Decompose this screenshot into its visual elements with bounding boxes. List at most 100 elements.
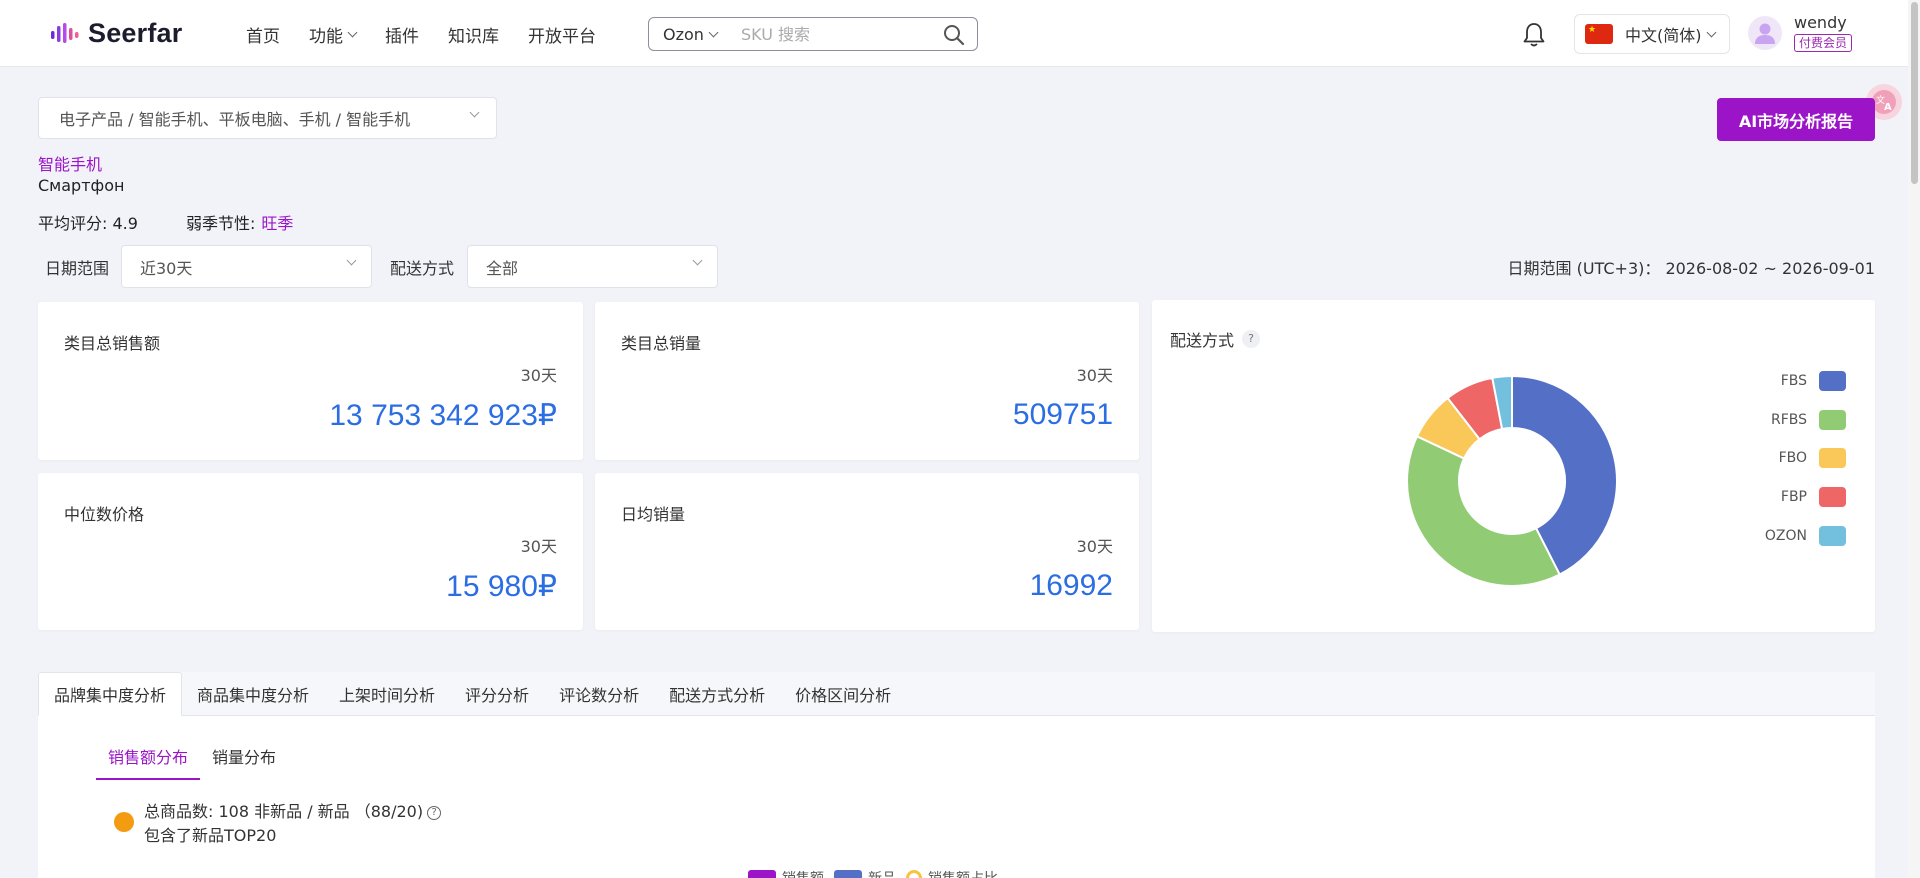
analysis-tab[interactable]: 商品集中度分析 [182, 672, 324, 716]
chart-legend-item[interactable]: 销售额 [748, 868, 824, 878]
analysis-tab[interactable]: 评分分析 [450, 672, 544, 716]
legend-item-fbs[interactable]: FBS [1765, 362, 1846, 401]
nav-features[interactable]: 功能 [309, 22, 358, 47]
distribution-chart-legend: 销售额 新品 销售额占比 [748, 868, 1008, 878]
ai-report-button[interactable]: AI市场分析报告 [1717, 98, 1875, 141]
delivery-method-card: 配送方式 ? FBS RFBS FBO FBP OZON [1152, 300, 1875, 632]
date-range-select[interactable]: 近30天 [121, 245, 372, 288]
logo-icon [51, 22, 79, 43]
summary-line-2: 包含了新品TOP20 [144, 826, 277, 845]
vip-badge: 付费会员 [1794, 34, 1853, 52]
analysis-tab[interactable]: 品牌集中度分析 [38, 672, 183, 716]
analysis-tab[interactable]: 价格区间分析 [780, 672, 906, 716]
card-period: 30天 [1076, 537, 1113, 556]
delivery-method-select[interactable]: 全部 [467, 245, 718, 288]
user-icon [1755, 23, 1775, 44]
chart-legend-label: 新品 [868, 868, 896, 878]
analysis-subtab[interactable]: 销量分布 [200, 744, 288, 780]
chart-legend-label: 销售额 [782, 868, 824, 878]
chart-legend-swatch [834, 870, 862, 878]
analysis-subtabs: 销售额分布 销量分布 [96, 744, 288, 780]
chevron-down-icon [346, 255, 357, 266]
user-menu[interactable]: wendy 付费会员 [1748, 14, 1853, 52]
language-label: 中文(简体) [1625, 26, 1702, 45]
total-sales-card: 类目总销售额 30天 13 753 342 923₽ [38, 302, 583, 460]
legend-swatch [1819, 409, 1846, 430]
card-value: 16992 [1029, 569, 1113, 602]
analysis-subtab[interactable]: 销售额分布 [96, 744, 201, 780]
bell-icon[interactable] [1522, 22, 1546, 48]
legend-item-rfbs[interactable]: RFBS [1765, 401, 1846, 440]
category-name-ru: Смартфон [38, 176, 125, 195]
nav-plugins-label: 插件 [385, 27, 419, 47]
nav-home[interactable]: 首页 [246, 22, 280, 47]
category-path: 电子产品 / 智能手机、平板电脑、手机 / 智能手机 [59, 110, 411, 129]
delivery-method-value: 全部 [486, 258, 519, 278]
svg-text:A: A [1884, 102, 1892, 113]
china-flag-icon: ★ [1585, 24, 1613, 44]
chevron-down-icon [1706, 27, 1716, 37]
legend-label: OZON [1764, 527, 1807, 544]
legend-item-fbp[interactable]: FBP [1765, 478, 1846, 517]
card-title: 中位数价格 [64, 505, 145, 524]
total-volume-card: 类目总销量 30天 509751 [595, 302, 1139, 460]
card-title: 日均销量 [621, 505, 686, 524]
legend-item-fbo[interactable]: FBO [1765, 439, 1846, 478]
top-header: Seerfar 首页 功能 插件 知识库 开放平台 Ozon ★ 中文(简体) [0, 0, 1908, 67]
search-icon[interactable] [943, 24, 965, 46]
seasonality-label: 弱季节性: [185, 214, 256, 233]
seasonality-value: 旺季 [261, 214, 294, 233]
logo-text: Seerfar [88, 18, 183, 48]
delivery-method-label: 配送方式 [390, 259, 455, 278]
chevron-down-icon [347, 27, 358, 38]
analysis-tab[interactable]: 评论数分析 [544, 672, 654, 716]
legend-swatch [1819, 487, 1846, 508]
nav-home-label: 首页 [246, 27, 280, 47]
nav-knowledge[interactable]: 知识库 [448, 22, 499, 47]
chevron-down-icon [469, 107, 480, 118]
analysis-tab[interactable]: 配送方式分析 [654, 672, 780, 716]
scrollbar-thumb[interactable] [1911, 2, 1918, 184]
help-icon[interactable]: ? [427, 805, 442, 820]
card-period: 30天 [1076, 366, 1113, 385]
chevron-down-icon [708, 27, 719, 37]
summary-line-1: 总商品数: 108 非新品 / 新品 （88/20)? [144, 800, 442, 824]
avatar [1748, 16, 1782, 50]
nav-features-label: 功能 [309, 27, 343, 47]
chart-legend-item[interactable]: 新品 [834, 868, 896, 878]
chart-legend-item[interactable]: 销售额占比 [906, 868, 998, 878]
category-name[interactable]: 智能手机 [38, 151, 102, 175]
delivery-legend: FBS RFBS FBO FBP OZON [1765, 362, 1846, 555]
platform-select[interactable]: Ozon [649, 25, 741, 44]
date-range-text: 日期范围 (UTC+3)： 2026-08-02 ~ 2026-09-01 [1507, 259, 1875, 278]
card-title: 类目总销量 [621, 334, 702, 353]
sku-search-box: Ozon [648, 17, 978, 51]
legend-item-ozon[interactable]: OZON [1765, 516, 1846, 555]
chart-legend-swatch [748, 870, 776, 878]
logo[interactable]: Seerfar [50, 18, 182, 49]
platform-label: Ozon [663, 24, 704, 44]
nav-plugins[interactable]: 插件 [385, 22, 419, 47]
chart-legend-label: 销售额占比 [928, 868, 998, 878]
nav-open-platform-label: 开放平台 [528, 27, 596, 47]
legend-swatch [1819, 448, 1846, 469]
legend-swatch [1819, 525, 1846, 546]
card-value: 15 980₽ [446, 570, 557, 603]
nav-knowledge-label: 知识库 [448, 27, 499, 47]
main-nav: 首页 功能 插件 知识库 开放平台 [246, 22, 625, 47]
summary-count: 总商品数: 108 非新品 / 新品 （88/20) [144, 802, 424, 821]
product-summary: 总商品数: 108 非新品 / 新品 （88/20)? 包含了新品TOP20 [114, 800, 442, 848]
card-value: 13 753 342 923₽ [329, 399, 557, 432]
donut-slice-rfbs[interactable] [1406, 434, 1562, 587]
analysis-section: 品牌集中度分析 商品集中度分析 上架时间分析 评分分析 评论数分析 配送方式分析 价格区间分… [38, 672, 1875, 878]
analysis-tab[interactable]: 上架时间分析 [324, 672, 450, 716]
search-input[interactable] [741, 24, 931, 44]
page-scrollbar[interactable] [1908, 0, 1920, 878]
language-select[interactable]: ★ 中文(简体) [1574, 14, 1730, 54]
category-select[interactable]: 电子产品 / 智能手机、平板电脑、手机 / 智能手机 [38, 97, 497, 139]
category-stats: 平均评分: 4.9 弱季节性: 旺季 [38, 210, 293, 234]
median-price-card: 中位数价格 30天 15 980₽ [38, 473, 583, 630]
nav-open-platform[interactable]: 开放平台 [528, 22, 596, 47]
legend-label: FBS [1780, 373, 1807, 390]
date-range-value: 近30天 [140, 258, 193, 278]
